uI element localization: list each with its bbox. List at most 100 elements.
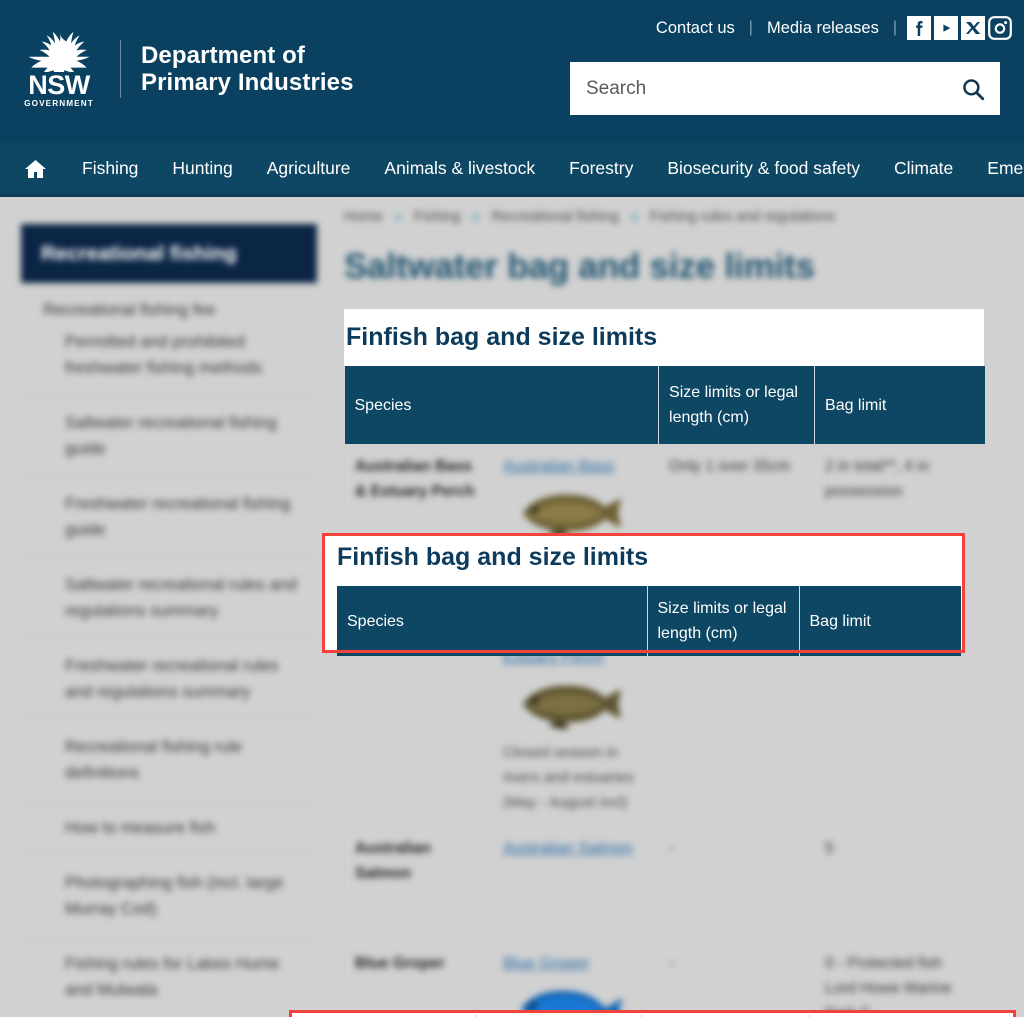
groper-fish-image [521, 990, 623, 1017]
sidebar-item-label[interactable]: Recreational fishing fee [43, 297, 309, 323]
species-link[interactable]: Australian Bass [503, 454, 648, 479]
table-row: Australian Salmon Australian Salmon - 5 [344, 825, 986, 941]
nav-item-hunting[interactable]: Hunting [155, 143, 249, 194]
nav-item-biosecurity-food-safety[interactable]: Biosecurity & food safety [650, 143, 877, 194]
brand-divider [120, 39, 121, 98]
cell-bag-limit: 0 - Protected fish Lord Howe Marine Park… [814, 940, 986, 1017]
cell-bag-limit: 5 [814, 825, 986, 941]
nav-item-animals-livestock[interactable]: Animals & livestock [367, 143, 552, 194]
column-header-bag-limit-focus: Bag limit [799, 586, 961, 656]
cell-species-entry: Estuary Perch Closed season in rivers an… [491, 634, 660, 826]
sidebar-item-label[interactable]: Freshwater recreational fishing guide [65, 491, 309, 543]
site-header: Contact us | Media releases | NSW GOVERN… [0, 0, 1024, 143]
breadcrumb-dot-icon [394, 213, 402, 221]
table-header-focus-table: Species Size limits or legal length (cm)… [337, 586, 961, 656]
finfish-table-block: Finfish bag and size limits Species Size… [344, 309, 986, 1017]
department-line-1: Department of [141, 41, 305, 69]
search-box[interactable] [570, 62, 1000, 115]
media-releases-link[interactable]: Media releases [753, 17, 893, 39]
sidebar-item-photographing-fish[interactable]: Photographing fish (incl. large Murray C… [21, 855, 317, 936]
breadcrumb: Home Fishing Recreational fishing Fishin… [344, 197, 1024, 225]
table-body: Australian Bass & Estuary Perch Australi… [344, 444, 986, 1017]
youtube-icon[interactable] [934, 16, 958, 40]
nsw-government-logo: NSW GOVERNMENT [22, 28, 96, 109]
search-icon [963, 78, 985, 100]
breadcrumb-item-fishing[interactable]: Fishing [414, 209, 461, 225]
breadcrumb-item-recreational-fishing[interactable]: Recreational fishing [491, 209, 618, 225]
sidebar-menu: Recreational fishing fee Permitted and p… [21, 283, 317, 1017]
column-header-size-limit: Size limits or legal length (cm) [658, 366, 816, 444]
sidebar-item-label[interactable]: Fishing rules for Lakes Hume and Mulwala [65, 951, 309, 1003]
sidebar-item-recreational-fishing-fee[interactable]: Recreational fishing fee [21, 283, 317, 325]
sidebar-item-label[interactable]: Recreational fishing rule definitions [65, 734, 309, 786]
page-title: Saltwater bag and size limits [344, 247, 815, 286]
cell-species-name: Blue Groper [344, 940, 493, 1017]
search-button[interactable] [946, 62, 1000, 115]
sidebar-item-lakes-hume-mulwala[interactable]: Fishing rules for Lakes Hume and Mulwala [21, 936, 317, 1017]
waratah-icon [28, 30, 90, 72]
sidebar-item-rule-definitions[interactable]: Recreational fishing rule definitions [21, 719, 317, 800]
page-root: Contact us | Media releases | NSW GOVERN… [0, 0, 1024, 1017]
column-header-bag-limit: Bag limit [814, 366, 985, 444]
department-name: Department of Primary Industries [141, 42, 354, 96]
social-links [907, 16, 1012, 40]
utility-nav: Contact us | Media releases | [642, 16, 1012, 40]
brand-logo[interactable]: NSW GOVERNMENT Department of Primary Ind… [22, 28, 354, 109]
table-caption: Finfish bag and size limits [344, 309, 984, 366]
cell-species-entry: Blue Groper [491, 940, 660, 1017]
cell-species-entry: Australian Salmon [491, 825, 660, 941]
nav-item-agriculture[interactable]: Agriculture [250, 143, 368, 194]
table-row: Blue Groper Blue Groper - 0 - Protected … [344, 940, 986, 1017]
content-area: Recreational fishing Recreational fishin… [0, 197, 1024, 1017]
cell-species-name: Australian Salmon [344, 825, 493, 941]
species-link[interactable]: Blue Groper [503, 951, 648, 976]
nav-item-climate[interactable]: Climate [877, 143, 970, 194]
home-icon [25, 159, 46, 178]
sidebar-item-saltwater-fishing-guide[interactable]: Saltwater recreational fishing guide [21, 395, 317, 476]
table-caption-focus: Finfish bag and size limits [337, 543, 649, 571]
search-input[interactable] [570, 62, 946, 115]
bass-fish-image [523, 494, 621, 538]
cell-size-limit: - [658, 940, 816, 1017]
utility-separator-2: | [892, 19, 897, 36]
cell-size-limit: - [658, 825, 816, 941]
sidebar-item-label[interactable]: Saltwater recreational rules and regulat… [65, 572, 309, 624]
facebook-icon[interactable] [907, 16, 931, 40]
column-header-size-limit-focus: Size limits or legal length (cm) [647, 586, 800, 656]
table-header-row: Species Size limits or legal length (cm)… [344, 366, 985, 444]
table-header-focus: Finfish bag and size limits Species Size… [337, 539, 961, 656]
instagram-icon[interactable] [988, 16, 1012, 40]
department-line-2: Primary Industries [141, 68, 354, 96]
sidebar-item-freshwater-fishing-guide[interactable]: Freshwater recreational fishing guide [21, 476, 317, 557]
sidebar: Recreational fishing Recreational fishin… [21, 224, 317, 1017]
breadcrumb-dot-icon [472, 213, 480, 221]
sidebar-item-label[interactable]: How to measure fish [65, 815, 309, 841]
nav-item-fishing[interactable]: Fishing [65, 143, 155, 194]
sidebar-item-how-to-measure-fish[interactable]: How to measure fish [21, 800, 317, 855]
sidebar-item-label[interactable]: Photographing fish (incl. large Murray C… [65, 870, 309, 922]
breadcrumb-item-home[interactable]: Home [344, 209, 383, 225]
nsw-wordmark: NSW [28, 70, 90, 100]
sidebar-item-freshwater-rules-summary[interactable]: Freshwater recreational rules and regula… [21, 638, 317, 719]
main-navigation: Fishing Hunting Agriculture Animals & li… [0, 143, 1024, 197]
nav-item-forestry[interactable]: Forestry [552, 143, 650, 194]
sidebar-item-label[interactable]: Freshwater recreational rules and regula… [65, 653, 309, 705]
sidebar-heading: Recreational fishing [21, 224, 317, 283]
sidebar-item-saltwater-rules-summary[interactable]: Saltwater recreational rules and regulat… [21, 557, 317, 638]
cell-species-note: Closed season in rivers and estuaries (M… [503, 744, 634, 811]
nav-home-link[interactable] [0, 157, 65, 181]
species-link[interactable]: Australian Salmon [503, 836, 648, 861]
contact-us-link[interactable]: Contact us [642, 17, 749, 39]
perch-fish-image [523, 685, 621, 729]
finfish-limits-table: Species Size limits or legal length (cm)… [344, 366, 986, 1017]
twitter-icon[interactable] [961, 16, 985, 40]
column-header-species-focus: Species [337, 586, 648, 656]
breadcrumb-item-fishing-rules[interactable]: Fishing rules and regulations [650, 209, 835, 225]
column-header-species: Species [344, 366, 660, 444]
nav-item-emergency[interactable]: Emer [970, 143, 1024, 194]
sidebar-item-label[interactable]: Saltwater recreational fishing guide [65, 410, 309, 462]
breadcrumb-dot-icon [630, 213, 638, 221]
government-wordmark: GOVERNMENT [24, 99, 94, 108]
sidebar-item-permitted-prohibited-methods[interactable]: Permitted and prohibited freshwater fish… [21, 325, 317, 395]
sidebar-item-label[interactable]: Permitted and prohibited freshwater fish… [65, 329, 309, 381]
